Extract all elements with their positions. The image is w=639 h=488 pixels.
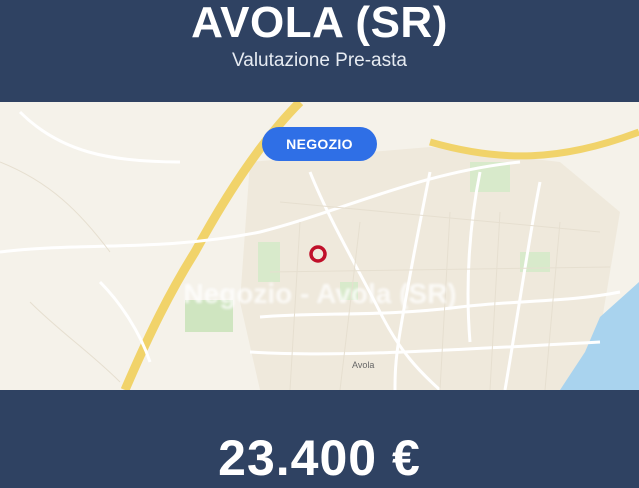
map-watermark: Negozio - Avola (SR) <box>183 278 457 309</box>
listing-subtitle: Valutazione Pre-asta <box>232 50 407 71</box>
property-type-badge: NEGOZIO <box>262 127 377 161</box>
town-label: Avola <box>352 360 375 370</box>
listing-header: AVOLA (SR) Valutazione Pre-asta <box>0 0 639 102</box>
listing-title: AVOLA (SR) <box>191 0 448 47</box>
price-footer: 23.400 € <box>0 390 639 486</box>
location-map[interactable]: Negozio - Avola (SR) NEGOZIO Avola <box>0 102 639 390</box>
price-value: 23.400 € <box>218 430 421 486</box>
